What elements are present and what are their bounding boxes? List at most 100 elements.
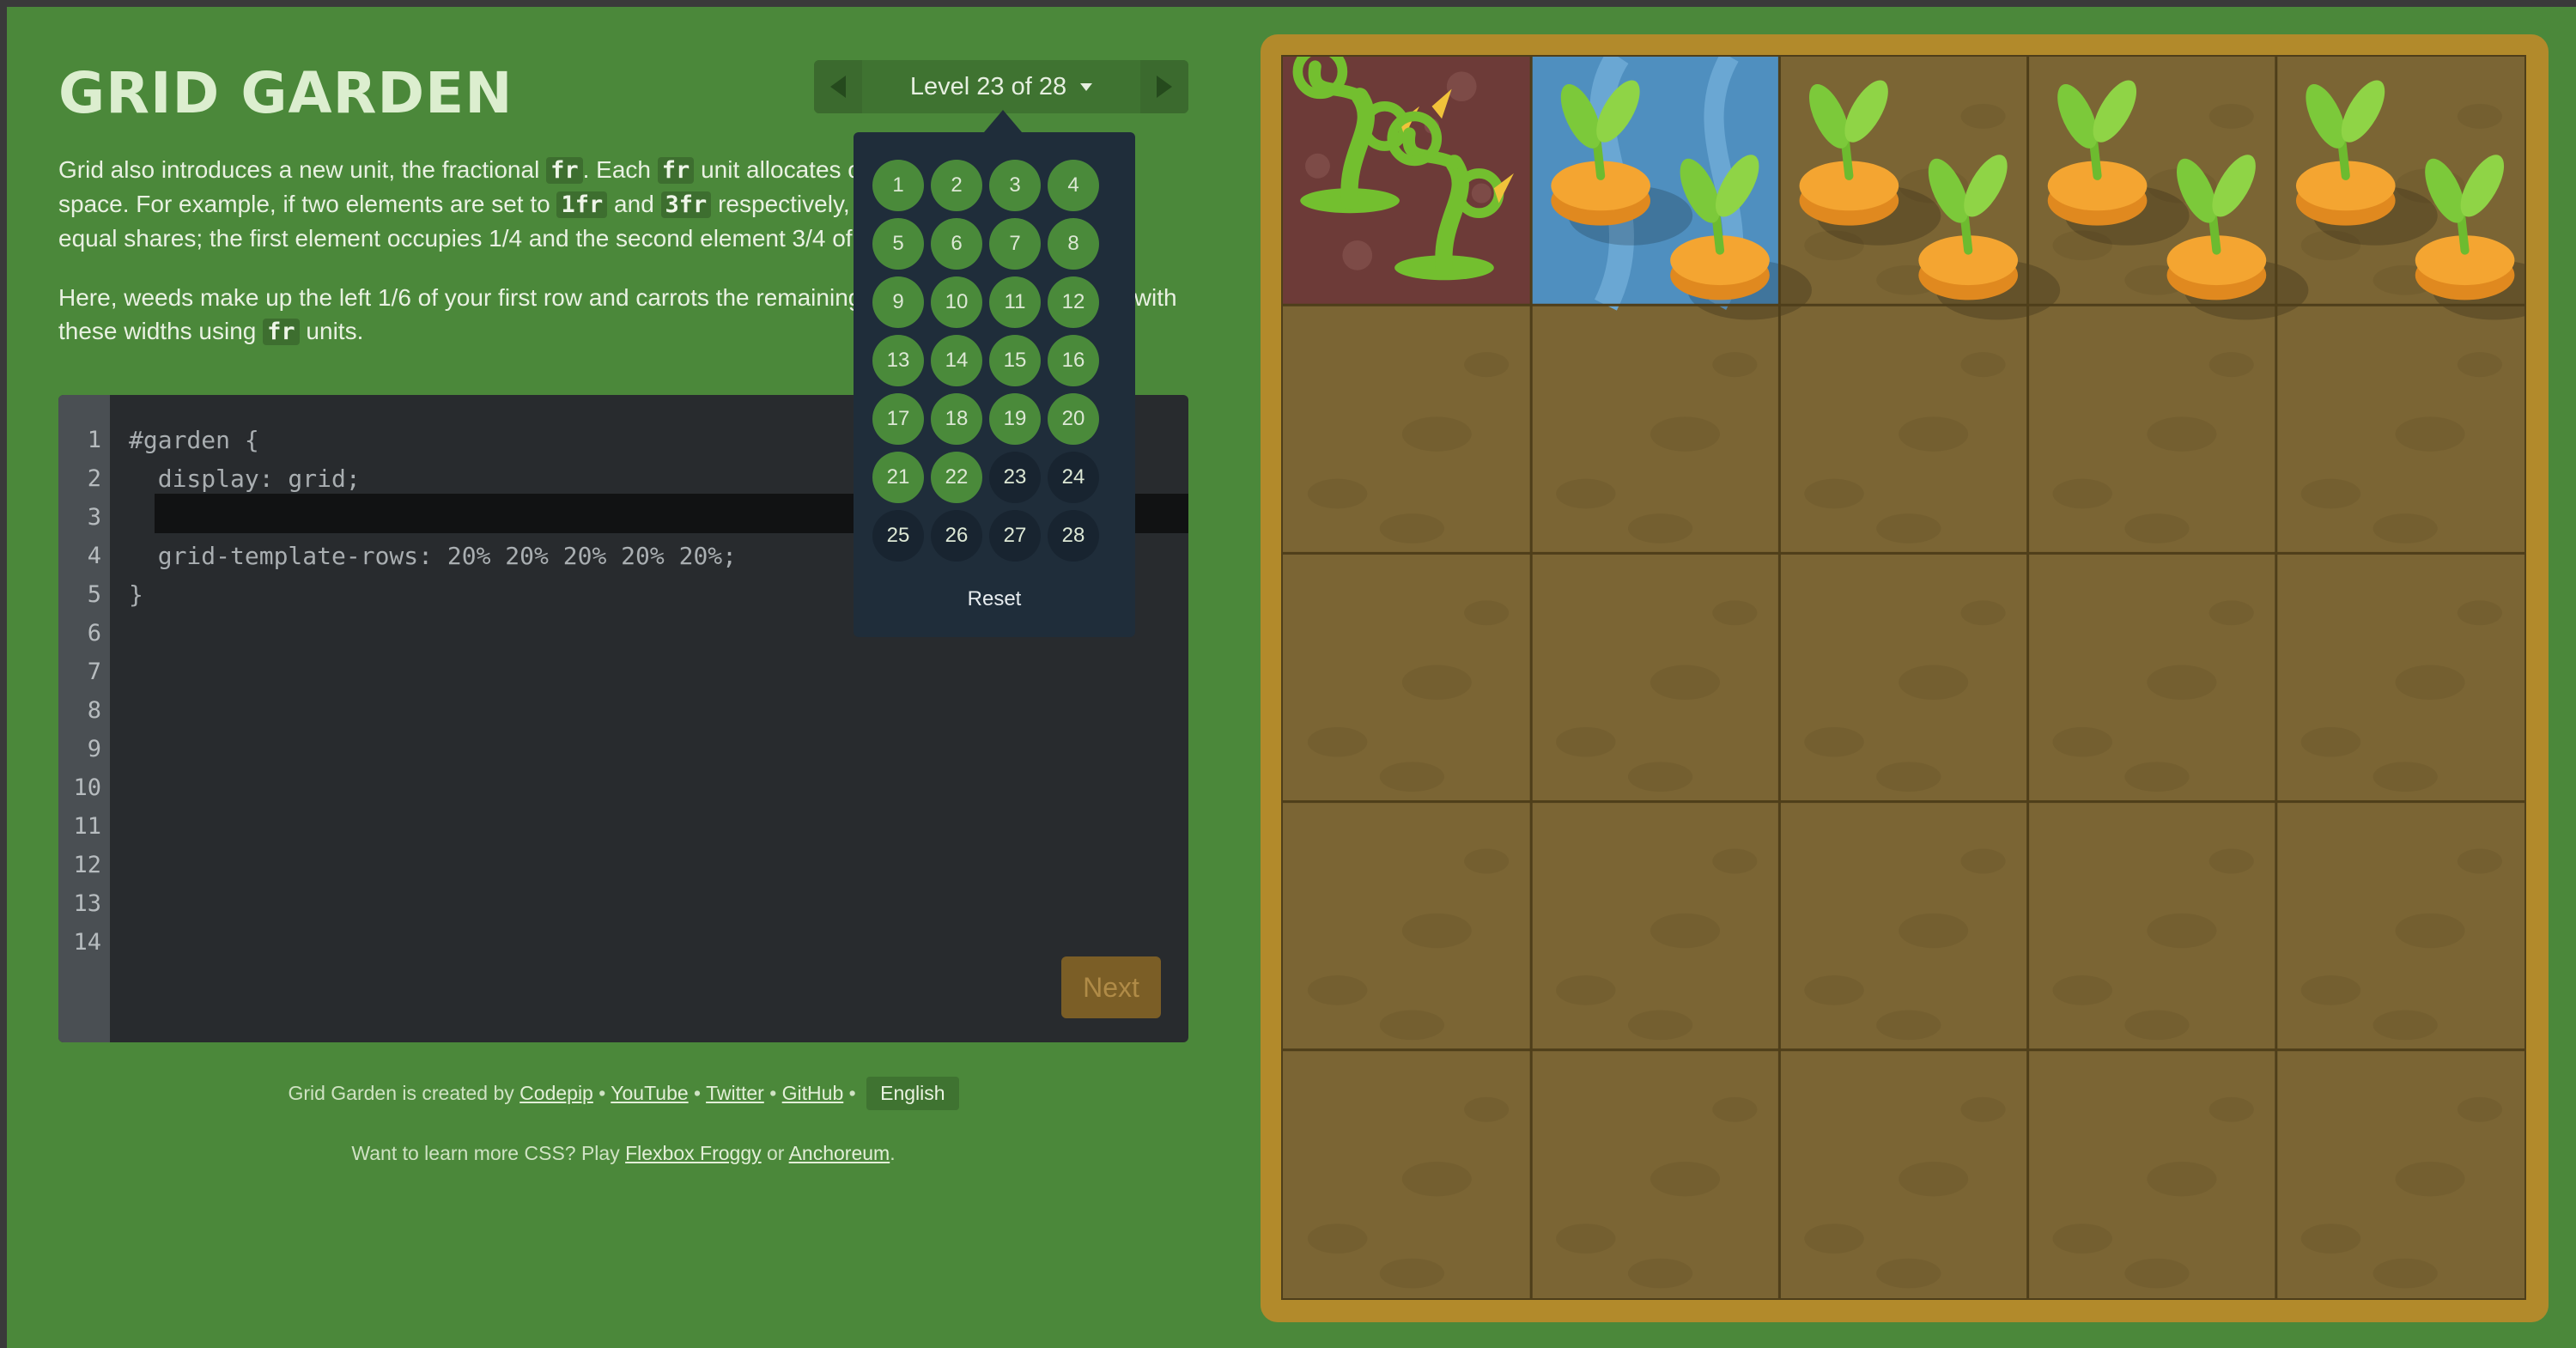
line-number: 12 [73,852,101,878]
soil-bump [2124,1010,2190,1041]
github-link[interactable]: GitHub [782,1082,844,1104]
level-12-button[interactable]: 12 [1048,276,1099,328]
soil-bump [2300,975,2361,1005]
level-3-button[interactable]: 3 [989,160,1041,211]
line-number: 3 [87,504,101,531]
soil-bump [2052,975,2112,1005]
soil-bump [2372,762,2438,792]
level-22-button[interactable]: 22 [931,452,982,503]
soil-bump [2372,513,2438,543]
flexbox-froggy-link[interactable]: Flexbox Froggy [625,1142,762,1164]
level-7-button[interactable]: 7 [989,218,1041,270]
level-4-button[interactable]: 4 [1048,160,1099,211]
soil-bump [1899,416,1969,452]
level-23-button[interactable]: 23 [989,452,1041,503]
page: GRID GARDEN Level 23 of 28 Grid also int… [7,7,2576,1348]
code-line: display: grid; [129,465,361,493]
soil-bump [1307,726,1368,757]
level-6-button[interactable]: 6 [931,218,982,270]
soil-bump [1960,600,2006,626]
level-9-button[interactable]: 9 [872,276,924,328]
level-18-button[interactable]: 18 [931,393,982,445]
soil-bump [2052,726,2112,757]
level-1-button[interactable]: 1 [872,160,924,211]
weed-spot [1446,71,1477,102]
weed-spot [1305,153,1330,179]
level-indicator[interactable]: Level 23 of 28 [862,60,1140,113]
garden-canvas [1283,21,2557,1298]
level-17-button[interactable]: 17 [872,393,924,445]
reset-button[interactable]: Reset [854,587,1135,611]
soil-bump [1379,762,1444,792]
soil-bump [2147,1161,2217,1197]
soil-bump [1899,913,1969,949]
line-number: 2 [87,465,101,492]
level-26-button[interactable]: 26 [931,510,982,562]
soil-bump [2208,352,2254,378]
next-level-button[interactable] [1140,60,1188,113]
credits-separator: • [592,1082,611,1104]
soil-bump [2124,762,2190,792]
line-number: 14 [73,929,101,956]
soil-bump [2124,1258,2190,1289]
code-line: #garden { [129,426,259,454]
level-16-button[interactable]: 16 [1048,335,1099,386]
soil-bump [1379,513,1444,543]
soil-bump [1876,1010,1941,1041]
level-20-button[interactable]: 20 [1048,393,1099,445]
line-numbers: 1 2 3 4 5 6 7 8 9 10 11 12 13 14 [58,421,110,962]
level-13-button[interactable]: 13 [872,335,924,386]
soil-bump [2457,848,2502,874]
line-number: 5 [87,581,101,608]
caret-down-icon [1080,82,1093,91]
level-24-button[interactable]: 24 [1048,452,1099,503]
youtube-link[interactable]: YouTube [611,1082,688,1104]
level-19-button[interactable]: 19 [989,393,1041,445]
promo-or: or [761,1142,789,1164]
level-28-button[interactable]: 28 [1048,510,1099,562]
language-button[interactable]: English [866,1077,959,1110]
level-14-button[interactable]: 14 [931,335,982,386]
line-number: 13 [73,890,101,917]
twitter-link[interactable]: Twitter [706,1082,764,1104]
soil-bump [2147,665,2217,701]
level-27-button[interactable]: 27 [989,510,1041,562]
weed-spot [1342,240,1373,270]
level-15-button[interactable]: 15 [989,335,1041,386]
dropdown-pointer [984,110,1022,132]
soil-bump [1960,103,2006,129]
level-2-button[interactable]: 2 [931,160,982,211]
level-8-button[interactable]: 8 [1048,218,1099,270]
level-11-button[interactable]: 11 [989,276,1041,328]
soil-bump [1556,478,1616,509]
inline-code: fr [546,157,583,184]
soil-bump [2372,1258,2438,1289]
line-number: 11 [73,813,101,840]
inline-code: 1fr [556,191,608,218]
codepip-link[interactable]: Codepip [519,1082,593,1104]
soil-bump [2300,478,2361,509]
soil-bump [1712,352,1758,378]
level-21-button[interactable]: 21 [872,452,924,503]
soil-bump [1899,1161,1969,1197]
soil-bump [1712,1096,1758,1122]
soil-bump [2457,600,2502,626]
promo: Want to learn more CSS? Play Flexbox Fro… [58,1142,1188,1165]
level-5-button[interactable]: 5 [872,218,924,270]
previous-level-button[interactable] [814,60,862,113]
next-button[interactable]: Next [1061,956,1161,1018]
anchoreum-link[interactable]: Anchoreum [789,1142,890,1164]
soil-bump [1804,478,1864,509]
inline-code: fr [263,319,300,345]
code-line: } [129,580,143,609]
soil-bump [2147,913,2217,949]
level-10-button[interactable]: 10 [931,276,982,328]
soil-bump [1627,1258,1693,1289]
soil-bump [2395,1161,2465,1197]
soil-bump [1379,1258,1444,1289]
soil-bump [2457,352,2502,378]
soil-bump [2372,1010,2438,1041]
instructions-text: Grid also introduces a new unit, the fra… [58,156,547,183]
soil-bump [1556,726,1616,757]
level-25-button[interactable]: 25 [872,510,924,562]
